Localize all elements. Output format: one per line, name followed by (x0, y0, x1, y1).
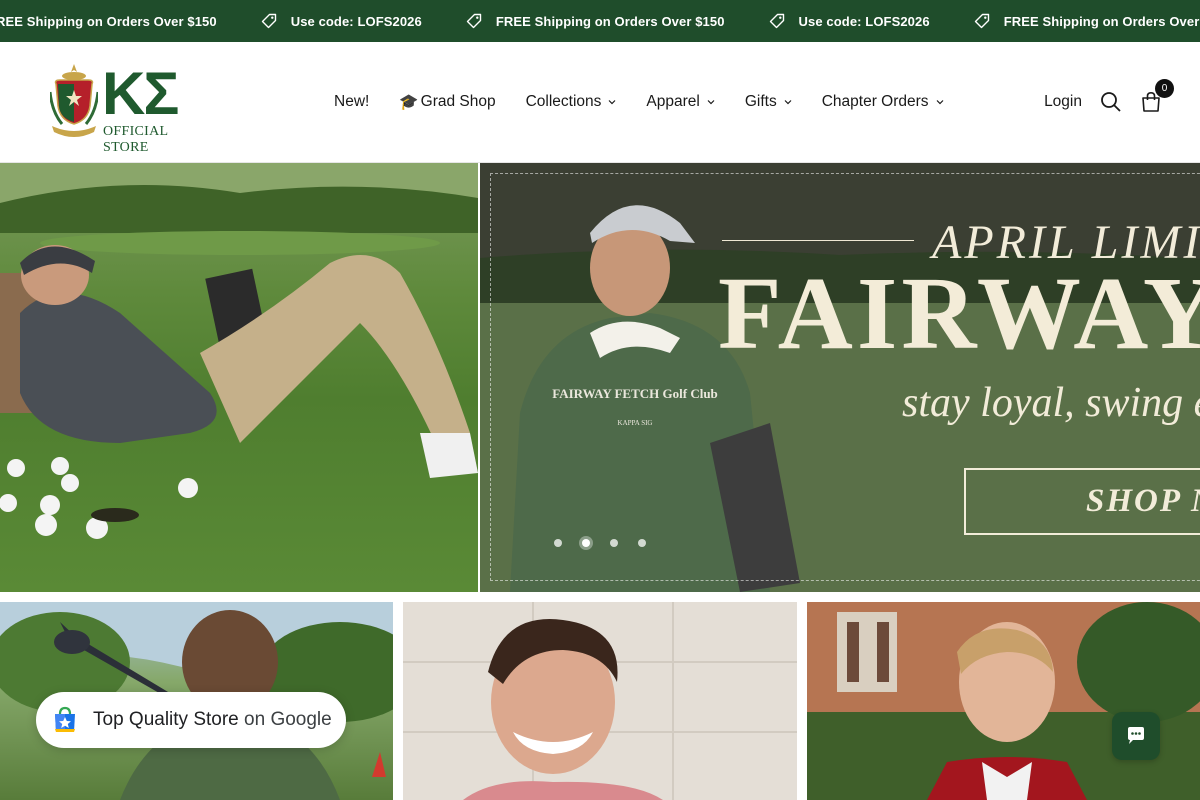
store-logo[interactable]: ΚΣ OFFICIAL STORE (50, 60, 210, 155)
chevron-down-icon (784, 100, 792, 105)
slide-dot-4[interactable] (638, 539, 646, 547)
chat-button[interactable] (1112, 712, 1160, 760)
header-actions: Login 0 (1044, 42, 1174, 162)
nav-item-label: New! (334, 93, 370, 110)
hero-divider-line (722, 240, 914, 241)
nav-item-apparel[interactable]: Apparel (646, 93, 715, 111)
site-header: ΚΣ OFFICIAL STORE New! 🎓 Grad Shop Colle… (0, 42, 1200, 163)
chat-icon (1128, 727, 1144, 744)
chevron-down-icon (707, 100, 715, 105)
hero-photo-golfer-reading (0, 163, 478, 592)
tile-red-vest-image (807, 602, 1200, 800)
google-badge-main: Top Quality Store (93, 709, 239, 730)
google-badge-text: Top Quality Store on Google (93, 709, 332, 731)
announcement-text: FREE Shipping on Orders Over $150 (0, 13, 217, 29)
nav-item-label: Collections (525, 93, 602, 110)
logo-letters: ΚΣ (102, 60, 179, 127)
announcement-track: FREE Shipping on Orders Over $150 Use cod… (0, 0, 1200, 42)
search-icon (1101, 92, 1121, 112)
slide-dot-3[interactable] (610, 539, 618, 547)
nav-item-label: Gifts (744, 93, 777, 110)
nav-item-chapter-orders[interactable]: Chapter Orders (822, 93, 944, 111)
hero-banner[interactable]: FAIRWAY FETCH Golf Club KAPPA SIG APRIL … (0, 163, 1200, 592)
hero-photo-fairway-shirt: FAIRWAY FETCH Golf Club KAPPA SIG APRIL … (480, 163, 1200, 592)
nav-item-label: Grad Shop (420, 93, 496, 110)
search-button[interactable] (1100, 91, 1122, 113)
nav-item-collections[interactable]: Collections (526, 93, 617, 111)
google-badge-suffix: on Google (244, 709, 332, 730)
tile-pink-shirt-image (403, 602, 797, 800)
tag-icon (466, 13, 482, 29)
announcement-item: Use code: LOFS2026 (261, 13, 466, 29)
google-trust-badge[interactable]: Top Quality Store on Google (36, 692, 346, 748)
tag-icon (974, 13, 989, 29)
hero-title: FAIRWAY (718, 256, 1200, 371)
logo-subtitle: OFFICIAL STORE (103, 124, 168, 155)
chevron-down-icon (608, 100, 616, 105)
announcement-item: FREE Shipping on Orders Over $150 (974, 13, 1200, 29)
nav-item-grad-shop[interactable]: 🎓 Grad Shop (399, 93, 495, 112)
hero-left-illustration (0, 163, 478, 539)
login-link[interactable]: Login (1044, 93, 1082, 111)
google-shopping-bag-icon (55, 706, 75, 732)
main-nav: New! 🎓 Grad Shop Collections Apparel Gif… (334, 42, 974, 162)
nav-item-gifts[interactable]: Gifts (745, 93, 792, 111)
slide-indicators (554, 539, 666, 547)
hero-tagline: stay loyal, swing e (902, 380, 1200, 426)
announcement-item: Use code: LOFS2026 (769, 13, 974, 29)
nav-item-label: Apparel (646, 93, 700, 110)
nav-item-label: Chapter Orders (821, 93, 929, 110)
tile-red-vest[interactable] (807, 602, 1200, 800)
announcement-item: FREE Shipping on Orders Over $150 (466, 13, 769, 29)
announcement-text: Use code: LOFS2026 (290, 13, 422, 29)
cart-count-badge: 0 (1155, 79, 1174, 98)
announcement-text: FREE Shipping on Orders Over $150 (1003, 13, 1200, 29)
slide-dot-2[interactable] (582, 539, 590, 547)
announcement-text: Use code: LOFS2026 (798, 13, 930, 29)
cart-button[interactable]: 0 (1140, 79, 1174, 113)
tag-icon (769, 13, 784, 29)
nav-item-new[interactable]: New! (334, 93, 369, 111)
announcement-bar: FREE Shipping on Orders Over $150 Use cod… (0, 0, 1200, 42)
announcement-item: FREE Shipping on Orders Over $150 (0, 14, 261, 29)
chevron-down-icon (936, 100, 943, 105)
shop-now-button[interactable]: SHOP N (964, 468, 1200, 535)
tag-icon (261, 13, 276, 29)
graduation-cap-icon: 🎓 (399, 93, 419, 111)
crest-icon (50, 64, 98, 137)
tile-pink-shirt[interactable] (403, 602, 797, 800)
announcement-text: FREE Shipping on Orders Over $150 (495, 13, 725, 29)
slide-dot-1[interactable] (554, 539, 562, 547)
